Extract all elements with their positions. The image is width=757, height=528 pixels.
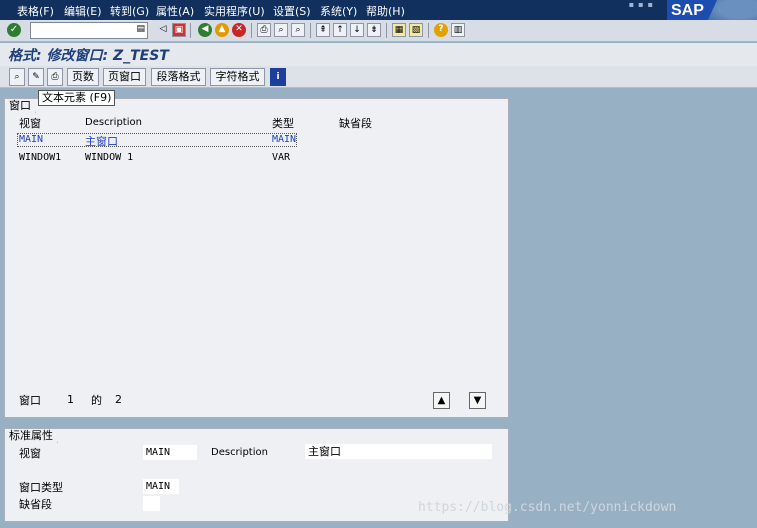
back-nav-icon[interactable]: ▲ — [215, 23, 229, 37]
page-title: 格式: 修改窗口: Z_TEST — [8, 48, 169, 64]
menu-bar: 表格(F) 编辑(E) 转到(G) 属性(A) 实用程序(U) 设置(S) 系统… — [0, 0, 757, 42]
new-session-icon[interactable]: ▦ — [392, 23, 406, 37]
toolbar-separator — [251, 23, 252, 38]
row-description-link[interactable]: 主窗口 — [85, 133, 118, 149]
selected-row-focus — [17, 133, 297, 147]
save-icon[interactable]: ▣ — [172, 23, 186, 37]
layout-icon[interactable]: ▥ — [451, 23, 465, 37]
footer-current: 1 — [67, 393, 74, 406]
pages-button[interactable]: 页数 — [67, 68, 99, 86]
page-up-icon[interactable]: ▲ — [433, 392, 450, 409]
row-description[interactable]: WINDOW 1 — [85, 152, 133, 163]
prev-page-icon[interactable]: ↑ — [333, 23, 347, 37]
footer-total: 2 — [115, 393, 122, 406]
cancel-icon[interactable]: ✕ — [232, 23, 246, 37]
enter-icon[interactable]: ✓ — [7, 23, 21, 37]
next-page-icon[interactable]: ↓ — [350, 23, 364, 37]
menu-edit[interactable]: 编辑(E) — [64, 3, 102, 19]
character-formats-button[interactable]: 字符格式 — [210, 68, 265, 86]
row-view-link[interactable]: MAIN — [19, 134, 43, 145]
find-next-icon[interactable]: ⌕ — [291, 23, 305, 37]
footer-of: 的 — [91, 394, 102, 407]
application-toolbar: ⌕ ✎ ⎙ 页数 页窗口 段落格式 字符格式 i — [0, 66, 757, 88]
page-down-icon[interactable]: ▼ — [469, 392, 486, 409]
windows-tab: 窗口 — [4, 98, 43, 113]
print-preview-icon[interactable]: ⎙ — [47, 68, 63, 86]
menu-goto[interactable]: 转到(G) — [110, 3, 149, 19]
watermark: https://blog.csdn.net/yonnickdown — [418, 500, 677, 515]
page-windows-button[interactable]: 页窗口 — [103, 68, 146, 86]
toolbar-separator — [386, 23, 387, 38]
find-icon[interactable]: ⌕ — [274, 23, 288, 37]
description-label: Description — [211, 447, 268, 458]
toolbar-separator — [428, 23, 429, 38]
display-icon[interactable]: ⌕ — [9, 68, 25, 86]
row-type[interactable]: VAR — [272, 152, 290, 163]
print-icon[interactable]: ⎙ — [257, 23, 271, 37]
view-label: 视窗 — [19, 447, 41, 460]
last-page-icon[interactable]: ⇟ — [367, 23, 381, 37]
exit-icon[interactable]: ◀ — [198, 23, 212, 37]
window-type-label: 窗口类型 — [19, 481, 63, 494]
windows-panel: 窗口 视窗 Description 类型 缺省段 MAIN 主窗口 MAIN W… — [4, 98, 509, 418]
back-icon[interactable]: ◁ — [156, 23, 170, 37]
command-history-icon[interactable]: ▤ — [136, 24, 145, 34]
menu-settings[interactable]: 设置(S) — [273, 3, 311, 19]
first-page-icon[interactable]: ⇞ — [316, 23, 330, 37]
default-paragraph-label: 缺省段 — [19, 498, 52, 511]
shortcut-icon[interactable]: ▧ — [409, 23, 423, 37]
standard-attributes-tab: 标准属性 — [4, 428, 65, 443]
edit-text-elements-icon[interactable]: ✎ — [28, 68, 44, 86]
col-header-description: Description — [85, 117, 142, 128]
view-field[interactable]: MAIN — [143, 445, 197, 460]
menu-system[interactable]: 系统(Y) — [320, 3, 357, 19]
info-icon[interactable]: i — [270, 68, 286, 86]
menu-help[interactable]: 帮助(H) — [366, 3, 405, 19]
row-type-link[interactable]: MAIN — [272, 134, 296, 145]
paragraph-formats-button[interactable]: 段落格式 — [151, 68, 206, 86]
footer-label: 窗口 — [19, 394, 41, 407]
col-header-type: 类型 — [272, 117, 294, 130]
col-header-default-paragraph: 缺省段 — [339, 117, 372, 130]
window-type-field[interactable]: MAIN — [143, 479, 179, 494]
standard-toolbar: ✓ ▤ ◁ ▣ ◀ ▲ ✕ ⎙ ⌕ ⌕ ⇞ ↑ ↓ ⇟ ▦ ▧ ? ▥ — [0, 20, 757, 42]
help-icon[interactable]: ? — [434, 23, 448, 37]
col-header-view: 视窗 — [19, 117, 41, 130]
tooltip: 文本元素 (F9) — [38, 90, 116, 106]
command-field[interactable]: ▤ — [30, 22, 148, 39]
toolbar-separator — [310, 23, 311, 38]
row-view[interactable]: WINDOW1 — [19, 152, 61, 163]
description-field[interactable]: 主窗口 — [305, 444, 492, 459]
menu-table[interactable]: 表格(F) — [17, 3, 54, 19]
title-bar: 格式: 修改窗口: Z_TEST — [0, 43, 757, 66]
menu-attributes[interactable]: 属性(A) — [156, 3, 194, 19]
menu-utilities[interactable]: 实用程序(U) — [204, 3, 265, 19]
window-controls-icon[interactable]: ▪▪▪ — [629, 0, 657, 9]
toolbar-separator — [190, 23, 191, 38]
default-paragraph-field[interactable] — [143, 496, 160, 511]
